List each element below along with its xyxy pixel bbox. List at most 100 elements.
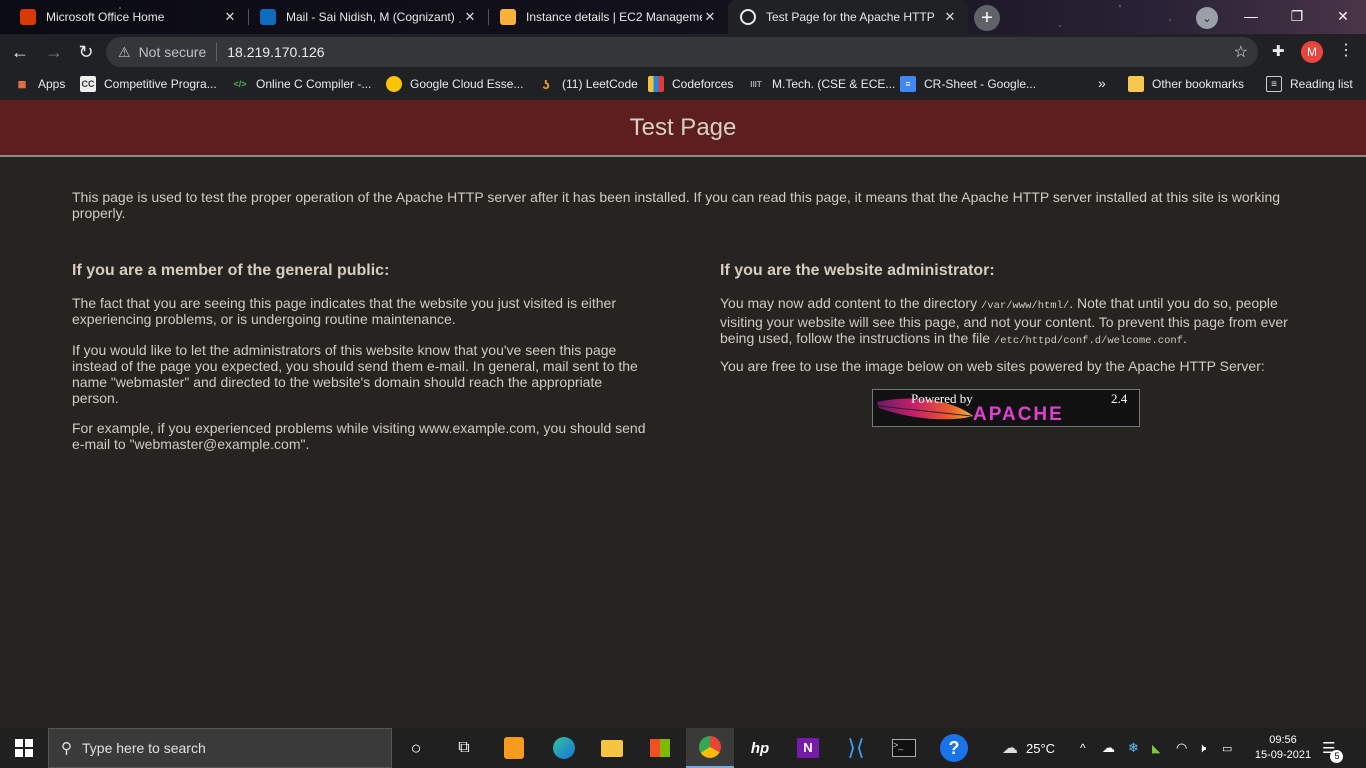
bookmark-label: CR-Sheet - Google... xyxy=(924,77,1037,91)
avatar[interactable]: M xyxy=(1301,41,1323,63)
bookmark-competitive[interactable]: CC Competitive Progra... xyxy=(80,76,217,92)
search-placeholder: Type here to search xyxy=(82,740,206,756)
weather-cloud-icon: ☁ xyxy=(1002,740,1018,757)
office-icon xyxy=(20,9,36,25)
volume-icon[interactable]: 🕨 xyxy=(1198,728,1206,768)
bookmark-label: Apps xyxy=(38,77,66,91)
tab-title: Microsoft Office Home xyxy=(46,10,165,24)
forward-icon[interactable]: → xyxy=(38,36,70,68)
windows-start-icon[interactable] xyxy=(0,728,48,768)
bookmark-star-icon[interactable]: ☆ xyxy=(1234,42,1248,62)
search-icon: ⚲ xyxy=(61,740,72,757)
security-label[interactable]: Not secure xyxy=(139,44,207,60)
extensions-icon[interactable]: ✚ xyxy=(1272,42,1285,60)
more-bookmarks-icon[interactable]: » xyxy=(1098,75,1106,91)
onenote-icon[interactable]: N xyxy=(784,728,832,768)
bookmark-mtech[interactable]: IIIT M.Tech. (CSE & ECE... xyxy=(748,76,895,92)
config-path: /etc/httpd/conf.d/welcome.conf xyxy=(993,335,1183,347)
tab-title: Mail - Sai Nidish, M (Cognizant) xyxy=(286,10,455,24)
public-paragraph-1: The fact that you are seeing this page i… xyxy=(72,295,616,327)
sublime-text-icon[interactable] xyxy=(490,728,538,768)
public-heading: If you are a member of the general publi… xyxy=(72,262,390,279)
tab-ec2[interactable]: Instance details | EC2 Manageme ✕ xyxy=(488,0,728,34)
menu-icon[interactable]: ⋮ xyxy=(1336,40,1356,60)
cortana-icon[interactable]: ○ xyxy=(392,728,440,768)
intro-text: This page is used to test the proper ope… xyxy=(72,189,1281,221)
help-icon[interactable]: ? xyxy=(930,728,978,768)
back-icon[interactable]: ← xyxy=(4,36,36,68)
close-window-icon[interactable]: ✕ xyxy=(1320,0,1366,32)
outlook-icon xyxy=(260,9,276,25)
taskbar-search-box[interactable]: ⚲ Type here to search xyxy=(48,728,392,768)
aws-icon xyxy=(500,9,516,25)
badge-apache-text: APACHE xyxy=(973,404,1064,425)
close-icon[interactable]: ✕ xyxy=(942,9,958,25)
bookmark-label: M.Tech. (CSE & ECE... xyxy=(772,77,896,91)
chrome-icon[interactable] xyxy=(686,728,734,768)
edge-icon[interactable] xyxy=(540,728,588,768)
browser-toolbar: ← → ↻ ⚠ Not secure 18.219.170.126 ☆ ✚ xyxy=(0,34,1366,70)
admin-paragraph-1: You may now add content to the directory… xyxy=(720,295,1305,349)
bookmark-label: Competitive Progra... xyxy=(104,77,217,91)
new-tab-button[interactable]: + xyxy=(974,5,1000,31)
url-text[interactable]: 18.219.170.126 xyxy=(227,44,324,60)
vscode-icon[interactable]: ⟩⟨ xyxy=(832,728,880,768)
battery-icon[interactable]: ▭ xyxy=(1222,728,1232,768)
store-icon[interactable] xyxy=(636,728,684,768)
iiit-icon: IIIT xyxy=(750,79,762,89)
bookmark-codeforces[interactable]: Codeforces xyxy=(648,76,733,92)
hp-icon[interactable]: hp xyxy=(736,728,784,768)
wifi-icon[interactable]: ◠ xyxy=(1176,728,1187,768)
bookmark-google-cloud[interactable]: Google Cloud Esse... xyxy=(386,76,523,92)
bookmark-cr-sheet[interactable]: ≡ CR-Sheet - Google... xyxy=(900,76,1036,92)
bookmarks-bar: ▦ Apps CC Competitive Progra... </> Onli… xyxy=(0,70,1366,100)
weather-widget[interactable]: ☁ 25°C xyxy=(1002,728,1055,768)
close-icon[interactable]: ✕ xyxy=(462,9,478,25)
bookmark-label: Google Cloud Esse... xyxy=(410,77,524,91)
onedrive-icon[interactable]: ☁ xyxy=(1102,728,1115,768)
codechef-icon: CC xyxy=(80,76,96,92)
bookmark-label: Other bookmarks xyxy=(1152,77,1245,91)
bookmark-label: (11) LeetCode xyxy=(562,77,638,91)
warning-icon[interactable]: ⚠ xyxy=(118,44,131,61)
taskbar: ⚲ Type here to search ○ ⧉ hp N ⟩⟨ >_ ? ☁… xyxy=(0,728,1366,768)
code-icon: </> xyxy=(233,79,247,89)
nvidia-icon[interactable]: ◣ xyxy=(1152,728,1160,768)
minimize-icon[interactable]: — xyxy=(1228,0,1274,32)
task-view-icon[interactable]: ⧉ xyxy=(440,728,488,768)
close-icon[interactable]: ✕ xyxy=(702,9,718,25)
admin-text: . xyxy=(1182,330,1187,346)
tab-office[interactable]: Microsoft Office Home ✕ xyxy=(8,0,248,34)
reading-list[interactable]: ≡ Reading list xyxy=(1266,76,1353,92)
bookmark-label: Codeforces xyxy=(672,77,734,91)
badge-version: 2.4 xyxy=(1111,391,1128,406)
address-bar[interactable]: ⚠ Not secure 18.219.170.126 ☆ xyxy=(106,37,1258,67)
admin-heading: If you are the website administrator: xyxy=(720,262,995,279)
notification-center-icon[interactable]: ☰ 5 xyxy=(1322,728,1344,768)
tab-mail[interactable]: Mail - Sai Nidish, M (Cognizant) ✕ xyxy=(248,0,488,34)
page-content: Test Page This page is used to test the … xyxy=(0,100,1366,728)
bookmark-label: Reading list xyxy=(1290,77,1353,91)
snowflake-icon[interactable]: ❄ xyxy=(1128,728,1139,768)
terminal-icon[interactable]: >_ xyxy=(880,728,928,768)
restore-icon[interactable]: ❐ xyxy=(1274,0,1320,32)
folder-icon xyxy=(1128,76,1144,92)
tab-search-icon[interactable]: ⌄ xyxy=(1196,7,1218,29)
google-docs-icon: ≡ xyxy=(900,76,916,92)
bookmark-c-compiler[interactable]: </> Online C Compiler -... xyxy=(232,76,371,92)
directory-path: /var/www/html/ xyxy=(980,300,1070,312)
bookmark-apps[interactable]: ▦ Apps xyxy=(14,76,66,92)
close-icon[interactable]: ✕ xyxy=(222,9,238,25)
notification-count: 5 xyxy=(1330,750,1344,763)
clock[interactable]: 09:56 15-09-2021 xyxy=(1252,728,1314,768)
bookmark-leetcode[interactable]: ʖ (11) LeetCode xyxy=(538,76,638,92)
page-title: Test Page xyxy=(629,113,737,141)
reload-icon[interactable]: ↻ xyxy=(70,36,102,68)
admin-text: You may now add content to the directory xyxy=(720,295,981,311)
file-explorer-icon[interactable] xyxy=(588,728,636,768)
bookmark-other[interactable]: Other bookmarks xyxy=(1128,76,1244,92)
tab-apache-test[interactable]: Test Page for the Apache HTTP ✕ xyxy=(728,0,968,34)
codeforces-icon xyxy=(648,76,664,92)
clock-time: 09:56 xyxy=(1269,734,1297,746)
show-hidden-icons-icon[interactable]: ^ xyxy=(1080,728,1086,768)
